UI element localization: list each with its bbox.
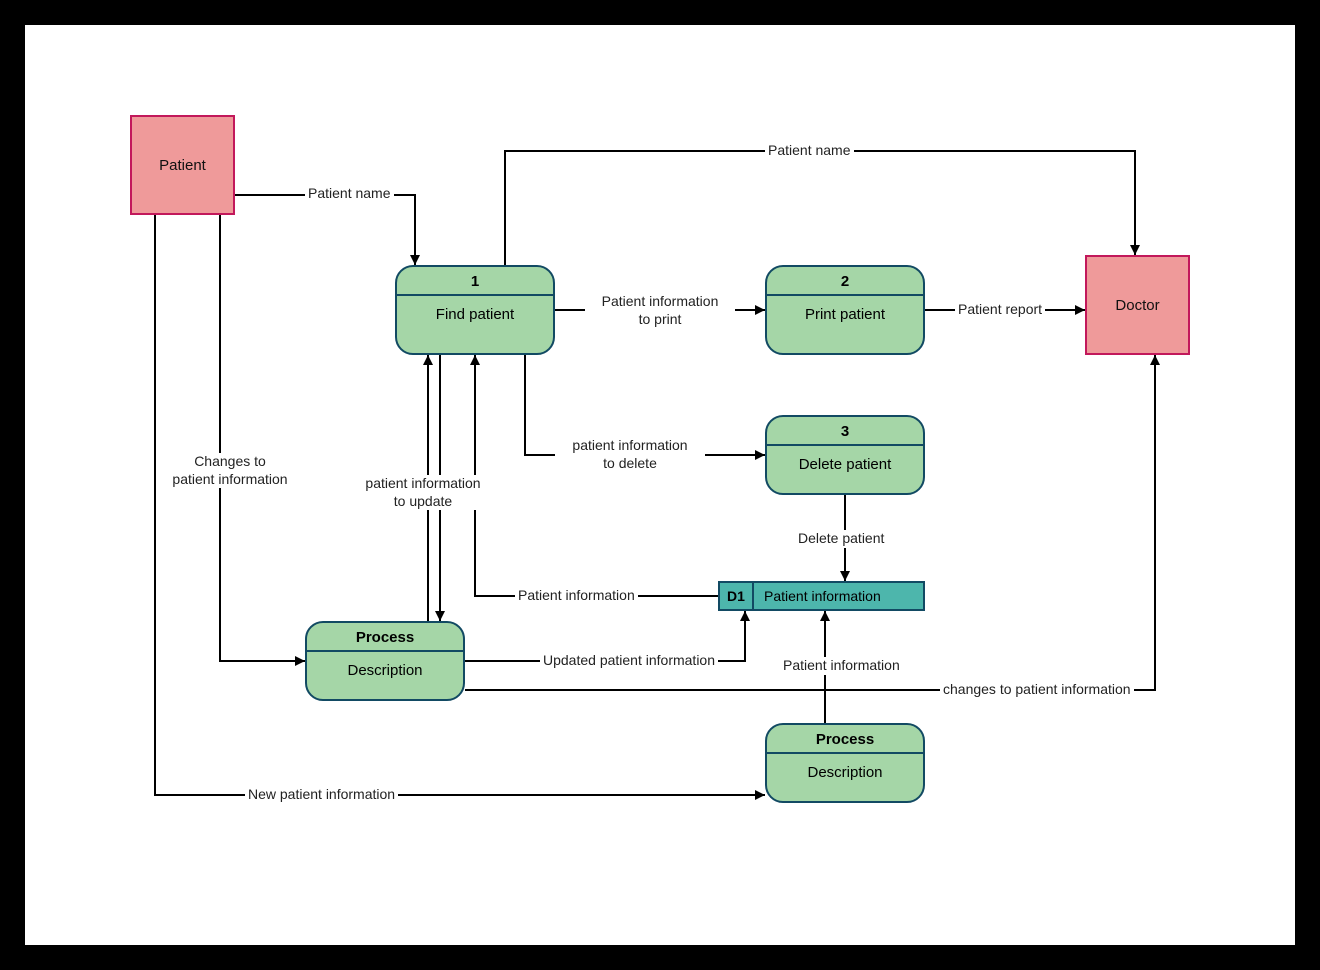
label-patient-name-2: Patient name [765,142,854,160]
process-2-title: Print patient [767,296,923,333]
label-patient-report: Patient report [955,301,1045,319]
entity-patient[interactable]: Patient [130,115,235,215]
label-patient-info2: Patient information [780,657,903,675]
label-patient-info: Patient information [515,587,638,605]
label-changes: Changes topatient information [160,453,300,488]
process-4-number: Process [307,623,463,652]
label-info-delete: patient informationto delete [555,437,705,472]
process-2-number: 2 [767,267,923,296]
process-1-title: Find patient [397,296,553,333]
process-update[interactable]: Process Description [305,621,465,701]
process-new[interactable]: Process Description [765,723,925,803]
diagram-canvas: Patient Doctor 1 Find patient 2 Print pa… [25,25,1295,945]
datastore-id: D1 [720,583,754,609]
process-3-number: 3 [767,417,923,446]
entity-doctor[interactable]: Doctor [1085,255,1190,355]
process-find-patient[interactable]: 1 Find patient [395,265,555,355]
label-updated-info: Updated patient information [540,652,718,670]
process-delete-patient[interactable]: 3 Delete patient [765,415,925,495]
label-new-patient: New patient information [245,786,398,804]
process-5-title: Description [767,754,923,791]
process-print-patient[interactable]: 2 Print patient [765,265,925,355]
label-info-print: Patient informationto print [585,293,735,328]
label-delete-patient: Delete patient [795,530,887,548]
process-5-number: Process [767,725,923,754]
process-3-title: Delete patient [767,446,923,483]
datastore-label: Patient information [754,583,923,609]
entity-doctor-label: Doctor [1115,297,1159,314]
label-changes2: changes to patient information [940,681,1134,699]
datastore-patient-info[interactable]: D1 Patient information [718,581,925,611]
label-patient-name-1: Patient name [305,185,394,203]
entity-patient-label: Patient [159,157,206,174]
process-1-number: 1 [397,267,553,296]
process-4-title: Description [307,652,463,689]
label-info-update: patient informationto update [348,475,498,510]
